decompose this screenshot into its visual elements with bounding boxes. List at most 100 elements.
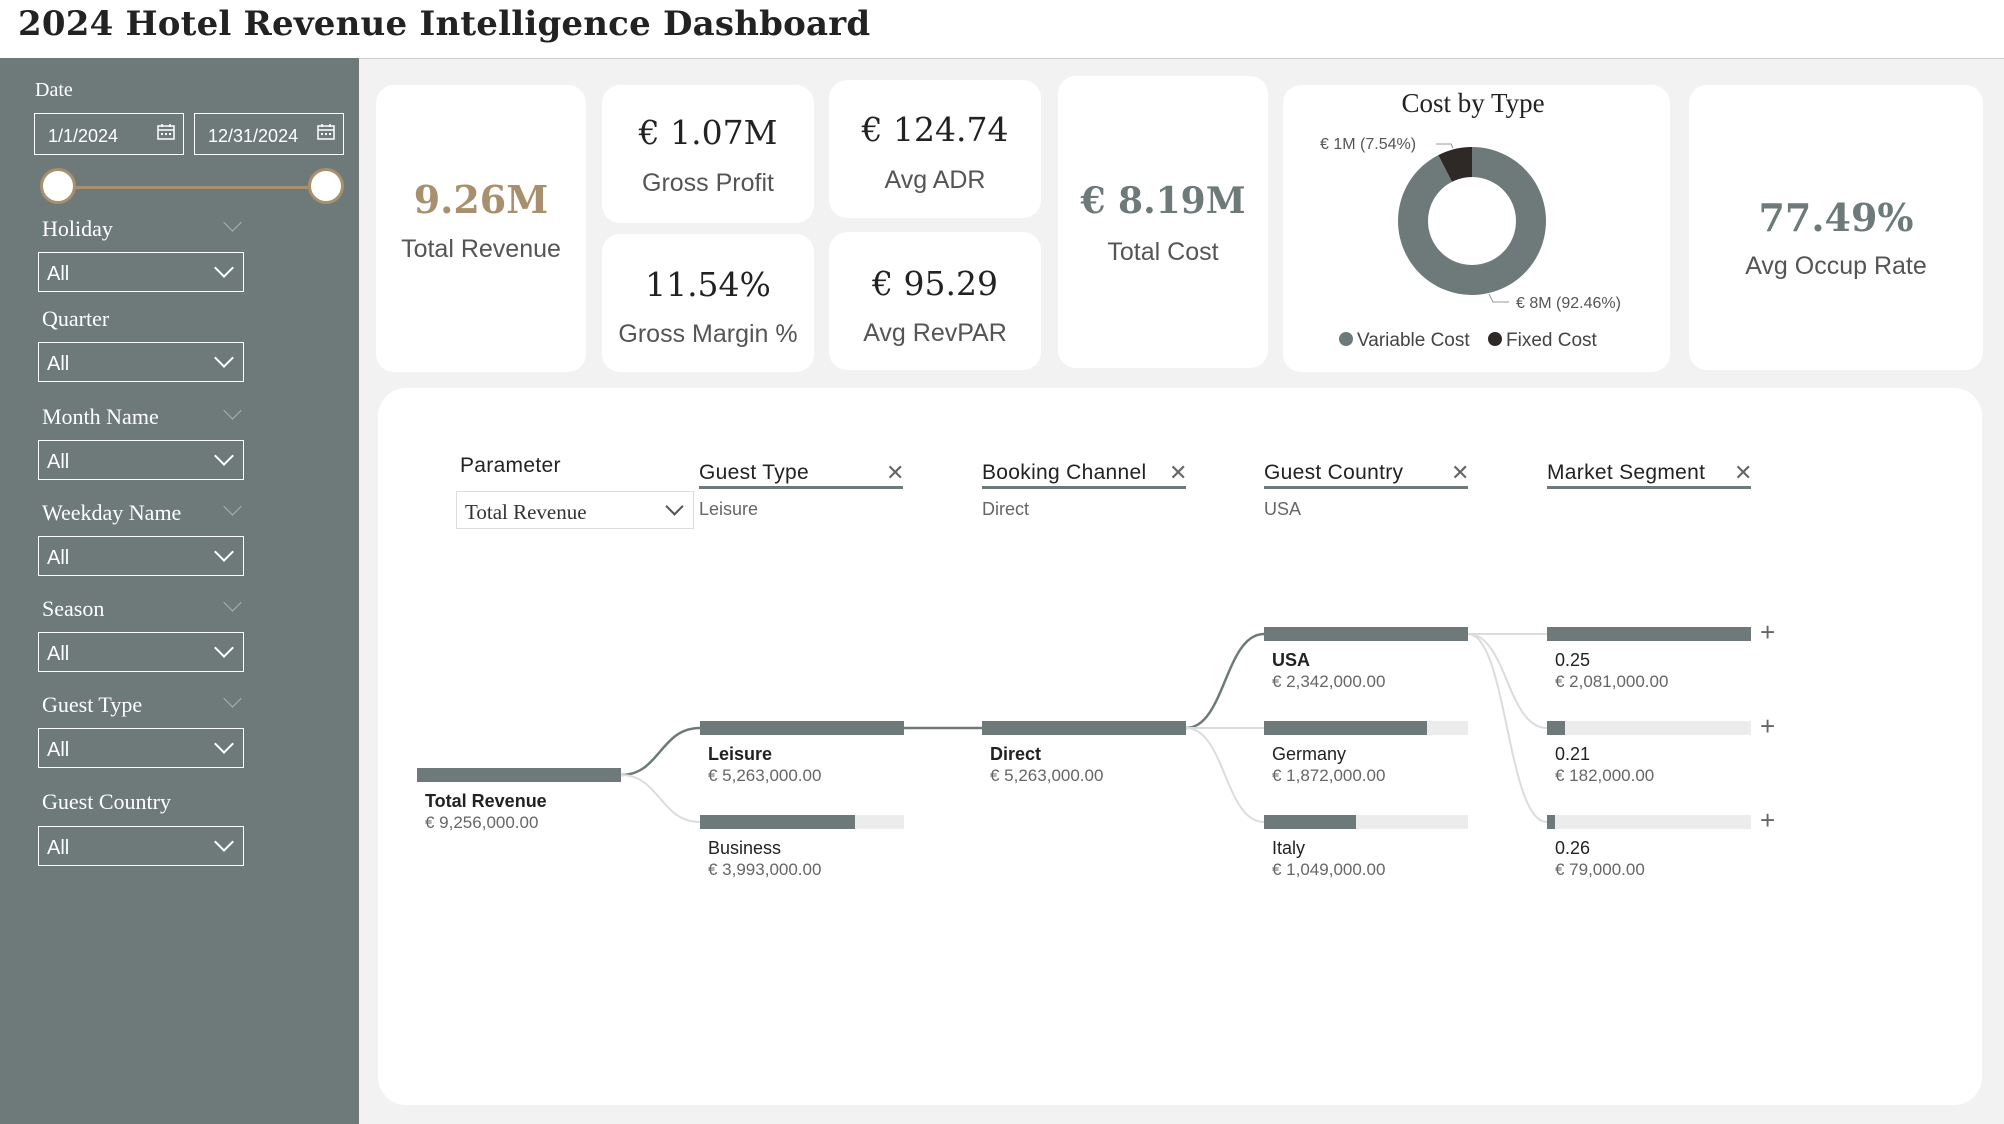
node-amount: € 9,256,000.00 <box>425 813 539 832</box>
chevron-down-icon <box>214 258 234 278</box>
chevron-down-icon <box>214 348 234 368</box>
gross-margin-label: Gross Margin % <box>618 320 798 348</box>
close-icon[interactable]: ✕ <box>1451 460 1469 486</box>
close-icon[interactable]: ✕ <box>1734 460 1752 486</box>
guest-country-dropdown[interactable]: All <box>38 826 244 866</box>
cost-donut-chart: Cost by Type € 1M (7.54%) € 8M (92.46%) … <box>1320 88 1621 351</box>
node-name: Total Revenue <box>425 791 547 811</box>
legend-fixed-cost[interactable]: Fixed Cost <box>1506 330 1598 351</box>
avg-adr-label: Avg ADR <box>884 166 986 194</box>
level-selection-guest-country: USA <box>1264 499 1302 519</box>
close-icon[interactable]: ✕ <box>886 460 904 486</box>
holiday-dropdown[interactable]: All <box>38 252 244 292</box>
start-date-input[interactable]: 1/1/2024 <box>34 113 184 155</box>
expand-plus-icon[interactable]: + <box>1760 711 1775 742</box>
gross-profit-card: € 1.07M Gross Profit <box>602 85 814 223</box>
node-name: Germany <box>1272 744 1347 764</box>
date-range-slider[interactable] <box>58 186 326 189</box>
level-underline <box>1264 486 1468 489</box>
chevron-down-icon <box>214 542 234 562</box>
node-bar <box>700 815 856 829</box>
node-amount: € 2,342,000.00 <box>1272 672 1386 691</box>
node-amount: € 1,872,000.00 <box>1272 766 1386 785</box>
calendar-icon[interactable] <box>157 124 175 140</box>
legend-fixed-swatch <box>1488 332 1502 346</box>
node-bar <box>1264 627 1468 641</box>
guest-type-dropdown[interactable]: All <box>38 728 244 768</box>
slider-start-handle[interactable] <box>40 168 76 204</box>
avg-occupancy-label: Avg Occup Rate <box>1745 252 1927 280</box>
legend-variable-cost[interactable]: Variable Cost <box>1357 330 1470 351</box>
calendar-icon[interactable] <box>317 124 335 140</box>
chevron-down-icon <box>214 446 234 466</box>
node-bar <box>1264 721 1428 735</box>
avg-occupancy-value: 77.49% <box>1758 195 1914 240</box>
level-underline <box>1547 486 1751 489</box>
fixed-cost-data-label: € 1M (7.54%) <box>1320 136 1416 153</box>
page-title: 2024 Hotel Revenue Intelligence Dashboar… <box>18 4 871 44</box>
month-dropdown[interactable]: All <box>38 440 244 480</box>
slider-end-handle[interactable] <box>308 168 344 204</box>
total-cost-card: € 8.19M Total Cost <box>1058 76 1268 368</box>
chevron-down-icon <box>214 734 234 754</box>
level-header-guest-type[interactable]: Guest Type <box>699 461 809 485</box>
node-amount: € 3,993,000.00 <box>708 860 822 879</box>
level-underline <box>699 486 903 489</box>
close-icon[interactable]: ✕ <box>1169 460 1187 486</box>
expand-plus-icon[interactable]: + <box>1760 617 1775 648</box>
total-revenue-label: Total Revenue <box>401 235 561 263</box>
node-name: Italy <box>1272 838 1306 858</box>
cost-by-type-card: Cost by Type € 1M (7.54%) € 8M (92.46%) … <box>1283 85 1670 372</box>
season-filter-label: Season <box>42 596 105 621</box>
quarter-dropdown[interactable]: All <box>38 342 244 382</box>
total-revenue-card: 9.26M Total Revenue <box>376 85 586 372</box>
level-header-guest-country[interactable]: Guest Country <box>1264 461 1403 485</box>
total-cost-label: Total Cost <box>1107 238 1219 266</box>
expand-plus-icon[interactable]: + <box>1760 805 1775 836</box>
level-selection-guest-type: Leisure <box>699 499 759 519</box>
gross-margin-card: 11.54% Gross Margin % <box>602 234 814 372</box>
node-name: Leisure <box>708 744 773 764</box>
weekday-filter-label: Weekday Name <box>42 500 182 525</box>
node-name: USA <box>1272 650 1311 670</box>
node-bar <box>1547 627 1751 641</box>
node-name: Direct <box>990 744 1042 764</box>
node-amount: € 79,000.00 <box>1555 860 1645 879</box>
gross-profit-value: € 1.07M <box>638 113 778 152</box>
chevron-down-icon <box>665 497 684 516</box>
header-bar: 2024 Hotel Revenue Intelligence Dashboar… <box>0 0 2004 59</box>
guest-country-filter-label: Guest Country <box>42 789 171 814</box>
level-header-market-segment[interactable]: Market Segment <box>1547 461 1705 485</box>
node-name: 0.25 <box>1555 650 1591 670</box>
avg-revpar-value: € 95.29 <box>872 264 998 303</box>
legend-variable-swatch <box>1339 332 1353 346</box>
node-bar-track <box>1547 721 1751 735</box>
end-date-input[interactable]: 12/31/2024 <box>194 113 344 155</box>
chevron-down-icon <box>214 638 234 658</box>
weekday-dropdown[interactable]: All <box>38 536 244 576</box>
node-bar <box>982 721 1186 735</box>
gross-margin-value: 11.54% <box>645 265 771 304</box>
node-bar <box>700 721 904 735</box>
node-name: 0.21 <box>1555 744 1591 764</box>
fixed-cost-leader <box>1436 143 1454 149</box>
parameter-dropdown[interactable]: Total Revenue <box>456 491 694 529</box>
level-header-booking-channel[interactable]: Booking Channel <box>982 461 1146 485</box>
node-bar <box>1264 815 1356 829</box>
holiday-filter-label: Holiday <box>42 216 113 241</box>
avg-adr-value: € 124.74 <box>861 110 1009 149</box>
node-bar <box>1547 721 1565 735</box>
gross-profit-label: Gross Profit <box>642 169 774 197</box>
node-name: Business <box>708 838 782 858</box>
season-dropdown[interactable]: All <box>38 632 244 672</box>
node-bar-track <box>1547 815 1751 829</box>
node-amount: € 1,049,000.00 <box>1272 860 1386 879</box>
quarter-filter-label: Quarter <box>42 306 110 331</box>
node-bar <box>1547 815 1556 829</box>
avg-revpar-card: € 95.29 Avg RevPAR <box>829 232 1041 370</box>
total-revenue-value: 9.26M <box>413 177 549 222</box>
level-underline <box>982 486 1186 489</box>
parameter-label: Parameter <box>460 454 561 477</box>
month-filter-label: Month Name <box>42 404 159 429</box>
donut-hole <box>1428 177 1516 265</box>
